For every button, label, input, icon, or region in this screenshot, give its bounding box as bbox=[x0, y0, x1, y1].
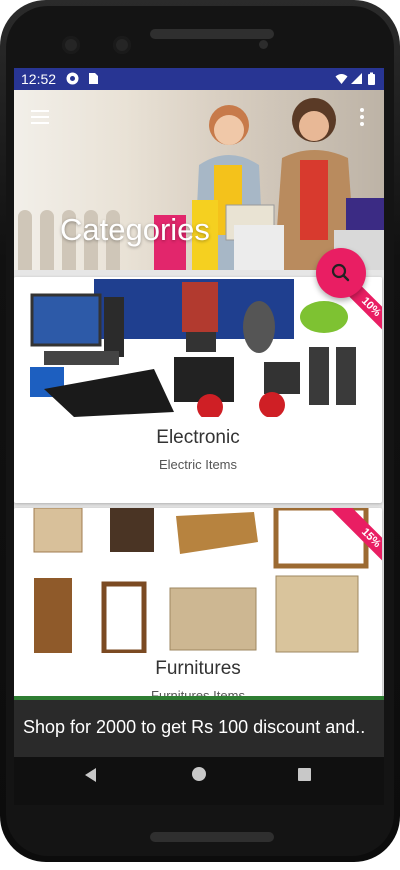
building-column bbox=[18, 210, 32, 270]
category-card-electronic[interactable]: 10% Electronic Electric Items bbox=[14, 277, 382, 503]
category-description: Electric Items bbox=[158, 457, 237, 472]
system-nav-bar bbox=[14, 757, 384, 805]
app-screen: 12:52 Categories 10% Electronic Electric… bbox=[14, 68, 384, 805]
category-header: Categories bbox=[14, 90, 384, 270]
menu-icon[interactable] bbox=[31, 110, 49, 124]
bottom-speaker bbox=[150, 832, 274, 842]
more-options-icon[interactable] bbox=[360, 108, 364, 129]
search-icon bbox=[331, 263, 350, 282]
furniture-image bbox=[14, 508, 382, 653]
building-column bbox=[40, 210, 54, 270]
category-name: Electronic bbox=[156, 427, 240, 448]
battery-icon bbox=[368, 72, 375, 85]
status-time: 12:52 bbox=[21, 71, 57, 87]
category-card-furnitures[interactable]: 15% Furnitures Furnitures Items bbox=[14, 508, 382, 708]
home-icon[interactable] bbox=[192, 767, 206, 781]
promo-snackbar: Shop for 2000 to get Rs 100 discount and… bbox=[14, 700, 384, 757]
wifi-icon bbox=[335, 74, 348, 84]
front-camera bbox=[62, 36, 80, 54]
sd-card-icon bbox=[89, 73, 98, 84]
status-bar: 12:52 bbox=[14, 68, 384, 90]
page-title: Categories bbox=[60, 212, 210, 247]
electronics-image bbox=[14, 277, 382, 417]
device-frame: 12:52 Categories 10% Electronic Electric… bbox=[0, 0, 400, 862]
earpiece bbox=[150, 29, 274, 39]
snackbar-message: Shop for 2000 to get Rs 100 discount and… bbox=[23, 717, 366, 737]
recents-icon[interactable] bbox=[298, 768, 311, 781]
back-icon[interactable] bbox=[85, 768, 96, 782]
search-fab-button[interactable] bbox=[316, 248, 366, 298]
front-camera-2 bbox=[113, 36, 131, 54]
signal-icon bbox=[351, 73, 362, 84]
category-name: Furnitures bbox=[155, 658, 241, 679]
proximity-sensor bbox=[259, 40, 268, 49]
notification-icon bbox=[66, 72, 79, 85]
